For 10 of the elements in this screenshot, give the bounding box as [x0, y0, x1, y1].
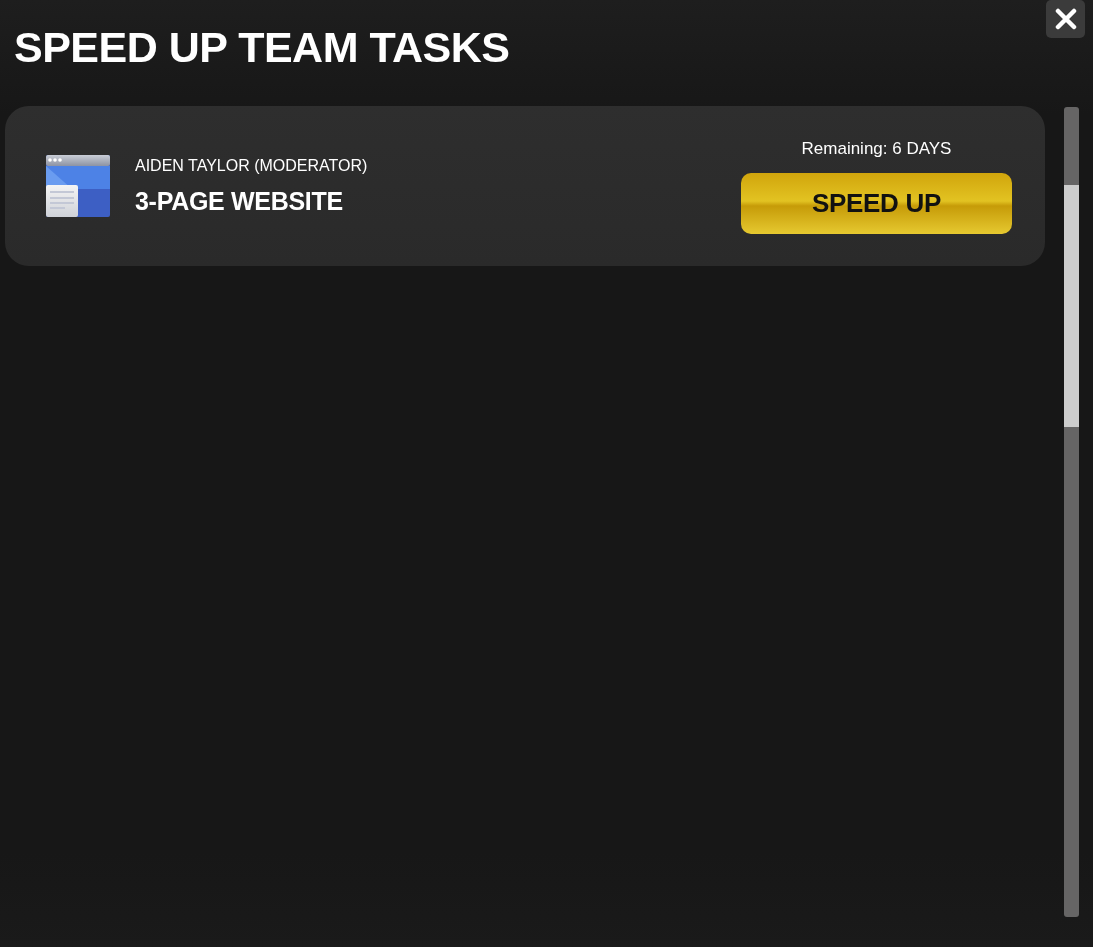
remaining-time: Remaining: 6 DAYS — [801, 138, 952, 160]
scrollbar-thumb[interactable] — [1064, 185, 1079, 427]
scrollbar-track[interactable] — [1064, 107, 1079, 917]
task-title: 3-PAGE WEBSITE — [135, 186, 344, 216]
dialog-title: SPEED UP TEAM TASKS — [14, 24, 510, 70]
speed-up-button[interactable]: SPEED UP — [741, 173, 1012, 234]
assignee-name: AIDEN TAYLOR (MODERATOR) — [135, 156, 368, 176]
browser-window-icon — [46, 155, 110, 217]
close-button[interactable] — [1046, 0, 1085, 38]
close-icon — [1054, 8, 1077, 30]
